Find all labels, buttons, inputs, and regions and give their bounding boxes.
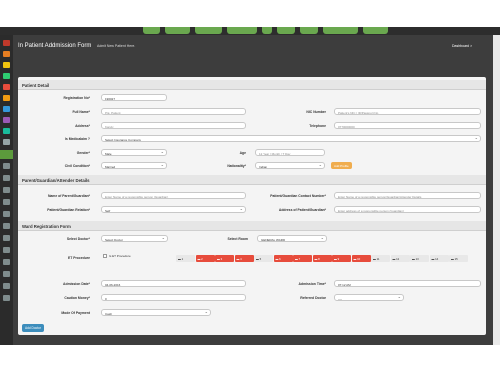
payment-mode-select[interactable]: Cash (101, 309, 211, 316)
bed-button-8[interactable]: ▬ 8 (312, 255, 332, 262)
reg-no-label: Registration No* (63, 96, 90, 100)
doctor-icon[interactable] (3, 73, 10, 79)
admission-time-label: Admission Time* (298, 282, 326, 286)
referred-doctor-label: Referred Doctor (300, 296, 326, 300)
guardian-relation-label: Patient/Guardian Relation* (47, 208, 90, 212)
bed-button-12[interactable]: ▬ 12 (390, 255, 410, 262)
add-profile-button[interactable]: Add Profile (331, 162, 352, 169)
caution-money-field[interactable]: 0 (101, 294, 246, 301)
expense-icon[interactable] (3, 223, 10, 229)
account-icon[interactable] (3, 247, 10, 253)
bed-button-11[interactable]: ▬ 11 (371, 255, 390, 262)
bed-button-9[interactable]: ▬ 9 (332, 255, 351, 262)
section-patient-detail: Patient Detail (18, 80, 486, 90)
nic-field[interactable]: Patient's NIC / ID/Passport No (334, 108, 481, 115)
page-title: In Patient Addmission Form (18, 43, 92, 49)
guardian-contact-label: Patient/Guardian Contact Number* (270, 194, 326, 198)
payment-mode-label: Mode Of Payment (61, 311, 90, 315)
page-scrollbar[interactable] (493, 35, 500, 345)
bed-button-3[interactable]: ▬ 3 (215, 255, 234, 262)
report-icon[interactable] (3, 128, 10, 134)
guardian-contact-field[interactable]: Enter Name of a responsible person/Guard… (334, 192, 481, 199)
nav-tab-4[interactable] (227, 27, 257, 34)
billing-icon[interactable] (3, 117, 10, 123)
civil-condition-label: Civil Condition* (64, 164, 90, 168)
full-name-label: Full Name* (72, 110, 90, 114)
room-label: Select Room (227, 237, 248, 241)
gender-label: Gender* (76, 151, 90, 155)
address-field[interactable]: Kandy (101, 122, 246, 129)
bed-button-5[interactable]: ▬ 5 (254, 255, 273, 262)
bed-button-7[interactable]: ▬ 7 (293, 255, 312, 262)
et-procedure-label: ET Procedure (67, 256, 90, 260)
page-footer (0, 345, 500, 375)
inventory-icon[interactable] (3, 199, 10, 205)
guardian-address-field[interactable]: Enter address of a responsible person (G… (334, 206, 481, 213)
breadcrumb[interactable]: Dashboard > (452, 44, 472, 48)
room-icon[interactable] (3, 175, 10, 181)
nav-tab-9[interactable] (363, 27, 388, 34)
add-doctor-button[interactable]: Add Doctor (22, 324, 44, 332)
add-profile-label: Add Profile (334, 164, 349, 168)
caution-money-label: Caution Money* (64, 296, 90, 300)
nav-tab-2[interactable] (165, 27, 190, 34)
et-procedure-check-label: Is ET Procedure (109, 254, 131, 258)
age-label: Age (239, 151, 246, 155)
nav-tab-5[interactable] (262, 27, 272, 34)
age-field[interactable]: 12 Year / Month / T Day (255, 149, 325, 156)
admission-date-field[interactable]: 04-06-2016 (101, 280, 246, 287)
nav-tab-8[interactable] (323, 27, 358, 34)
nav-tab-6[interactable] (277, 27, 295, 34)
guardian-relation-select[interactable]: Self (101, 206, 246, 213)
bed-button-4[interactable]: ▬ 4 (234, 255, 254, 262)
backup-icon[interactable] (3, 271, 10, 277)
bed-button-6[interactable]: ▬ 6 (273, 255, 293, 262)
nav-tab-3[interactable] (195, 27, 222, 34)
bed-button-10[interactable]: ▬ 10 (351, 255, 371, 262)
nav-tab-7[interactable] (300, 27, 318, 34)
telephone-label: Telephone (309, 124, 326, 128)
telephone-field[interactable]: 0770000000 (334, 122, 481, 129)
doctor-label: Select Doctor* (66, 237, 90, 241)
room-select[interactable]: GENERAL WARD (257, 235, 327, 242)
et-procedure-checkbox[interactable] (103, 254, 107, 258)
nationality-select[interactable]: Indian (255, 162, 325, 169)
appointment-icon[interactable] (3, 62, 10, 68)
top-navbar (0, 27, 500, 35)
address-label: Address* (75, 124, 90, 128)
insurance-label: Is Medicalaim ? (64, 137, 90, 141)
patient-icon[interactable] (3, 51, 10, 57)
referred-doctor-select[interactable]: ---- (334, 294, 404, 301)
section-ward: Ward Registration Form (18, 221, 486, 231)
bed-button-15[interactable]: ▬ 15 (449, 255, 468, 262)
guardian-name-label: Name of Parent/Guardian* (47, 194, 90, 198)
page-subtitle: Admit New Patient Here. (97, 44, 136, 48)
nav-tab-1[interactable] (143, 27, 160, 34)
app-window: In Patient Addmission Form Admit New Pat… (0, 0, 500, 375)
reg-no-field[interactable]: 190027 (101, 94, 167, 101)
section-guardian: Parent/Guardian/Attender Details (18, 175, 486, 185)
full-name-field[interactable]: P.E. Patient (101, 108, 246, 115)
add-doctor-label: Add Doctor (25, 326, 41, 331)
admission-time-field[interactable]: 07:12 AM (334, 280, 481, 287)
nic-label: NIC Number (306, 110, 326, 114)
guardian-name-field[interactable]: Enter Name of a responsible person (Guar… (101, 192, 246, 199)
guardian-address-label: Address of Patient/Guardian* (278, 208, 326, 212)
bed-button-14[interactable]: ▬ 14 (429, 255, 449, 262)
alert-icon[interactable] (3, 84, 10, 90)
admission-date-label: Admission Date* (63, 282, 90, 286)
bed-button-2[interactable]: ▬ 2 (195, 255, 215, 262)
bed-button-13[interactable]: ▬ 13 (410, 255, 429, 262)
nationality-label: Nationality* (227, 164, 246, 168)
staff-icon[interactable] (3, 187, 10, 193)
insurance-select[interactable]: Select Insurance Company (101, 135, 481, 142)
bed-button-1[interactable]: ▬ 1 (176, 255, 195, 262)
dashboard-icon[interactable] (3, 40, 10, 46)
